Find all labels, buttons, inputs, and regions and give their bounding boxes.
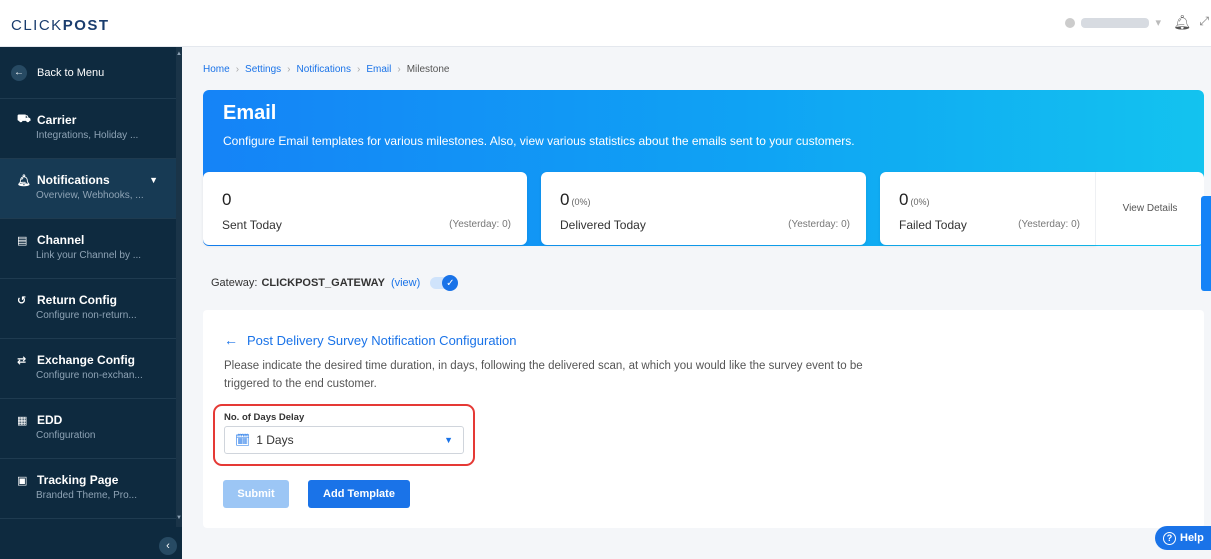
sidebar-item-tracking-page[interactable]: ▣ Tracking Page Branded Theme, Pro... <box>0 459 176 519</box>
survey-config-panel: ← Post Delivery Survey Notification Conf… <box>203 310 1204 528</box>
gateway-label: Gateway: <box>211 277 258 289</box>
gateway-toggle[interactable]: ✓ <box>430 275 459 291</box>
breadcrumb-notifications[interactable]: Notifications <box>297 64 351 75</box>
stat-value: 0 <box>560 190 570 209</box>
config-description: Please indicate the desired time duratio… <box>224 360 863 390</box>
chevron-right-icon: › <box>235 64 240 75</box>
days-delay-select[interactable]: 🗓︎ 1 Days ▼ <box>224 426 464 454</box>
arrow-left-icon[interactable]: ← <box>224 332 238 348</box>
sidebar-scrollbar[interactable]: ▲ ▼ <box>176 47 182 527</box>
sidebar-item-exchange-config[interactable]: ⇄ Exchange Config Configure non-exchan... <box>0 339 176 399</box>
breadcrumb-settings[interactable]: Settings <box>245 64 281 75</box>
check-icon: ✓ <box>442 275 459 291</box>
stat-label: Failed Today <box>899 218 967 232</box>
submit-button[interactable]: Submit <box>223 480 289 508</box>
chevron-down-icon: ▾ <box>1155 17 1161 29</box>
stat-card-failed: 0 (0%) Failed Today (Yesterday: 0) <box>880 172 1096 245</box>
stat-percent: (0%) <box>910 197 930 207</box>
days-delay-value: 1 Days <box>256 433 294 447</box>
stat-card-sent: 0 Sent Today (Yesterday: 0) <box>203 172 527 245</box>
tracking-page-icon: ▣ <box>17 474 28 487</box>
expand-icon[interactable]: ⤢ <box>1199 14 1209 29</box>
stat-label: Sent Today <box>222 218 282 232</box>
stat-yesterday: (Yesterday: 0) <box>788 219 850 230</box>
breadcrumb-current: Milestone <box>406 64 450 75</box>
back-to-menu-button[interactable]: ← Back to Menu <box>0 47 176 99</box>
chevron-left-icon: ‹ <box>166 540 170 552</box>
stat-card-delivered: 0 (0%) Delivered Today (Yesterday: 0) <box>541 172 866 245</box>
side-feedback-tab[interactable] <box>1201 196 1211 291</box>
gateway-name: CLICKPOST_GATEWAY <box>261 277 385 289</box>
chevron-right-icon: › <box>287 64 291 75</box>
sidebar-item-notifications[interactable]: 🔔︎ Notifications Overview, Webhooks, ... … <box>0 159 176 219</box>
bell-icon[interactable]: 🔔︎ <box>1173 14 1191 31</box>
gateway-row: Gateway: CLICKPOST_GATEWAY (view) ✓ <box>211 275 459 291</box>
caret-down-icon: ▼ <box>444 435 453 445</box>
breadcrumb-home[interactable]: Home <box>203 64 230 75</box>
arrow-left-icon: ← <box>11 64 27 81</box>
config-title[interactable]: ← Post Delivery Survey Notification Conf… <box>224 332 517 348</box>
page-title: Email <box>223 102 277 124</box>
stat-value: 0 <box>899 190 909 209</box>
chevron-right-icon: › <box>397 64 401 75</box>
top-bar: CLICKPOST ▾ 🔔︎ ⤢ <box>0 0 1211 47</box>
calendar-icon: ▦ <box>17 414 28 427</box>
calendar-icon: 🗓︎ <box>235 433 251 447</box>
breadcrumb-email[interactable]: Email <box>366 64 391 75</box>
chevron-down-icon[interactable]: ▼ <box>149 175 158 185</box>
collapse-sidebar-button[interactable]: ‹ <box>159 537 177 555</box>
gateway-view-link[interactable]: (view) <box>391 277 420 289</box>
help-button[interactable]: ? Help <box>1155 526 1211 550</box>
sidebar-item-carrier[interactable]: ⛟ Carrier Integrations, Holiday ... <box>0 99 176 159</box>
days-delay-label: No. of Days Delay <box>224 412 305 423</box>
stat-percent: (0%) <box>571 197 591 207</box>
exchange-icon: ⇄ <box>17 354 27 367</box>
stat-label: Delivered Today <box>560 218 646 232</box>
sidebar: ← Back to Menu ⛟ Carrier Integrations, Ho… <box>0 47 182 559</box>
stat-yesterday: (Yesterday: 0) <box>449 219 511 230</box>
page-description: Configure Email templates for various mi… <box>223 134 855 148</box>
scroll-up-icon[interactable]: ▲ <box>176 51 182 57</box>
sidebar-item-channel[interactable]: ▤ Channel Link your Channel by ... <box>0 219 176 279</box>
stat-yesterday: (Yesterday: 0) <box>1018 219 1080 230</box>
question-icon: ? <box>1163 531 1176 545</box>
return-icon: ↺ <box>17 294 27 307</box>
user-menu[interactable]: ▾ <box>1065 16 1161 29</box>
add-template-button[interactable]: Add Template <box>308 480 410 508</box>
channel-icon: ▤ <box>17 234 28 247</box>
chevron-right-icon: › <box>356 64 361 75</box>
user-avatar <box>1065 17 1076 28</box>
scroll-down-icon[interactable]: ▼ <box>176 515 182 521</box>
view-details-link[interactable]: View Details <box>1095 172 1204 245</box>
breadcrumb: Home › Settings › Notifications › Email … <box>203 64 450 75</box>
bell-icon: 🔔︎ <box>17 174 31 187</box>
clickpost-logo[interactable]: CLICKPOST <box>11 17 110 34</box>
user-name-redacted <box>1081 17 1150 28</box>
carrier-icon: ⛟ <box>17 113 31 125</box>
stat-value: 0 <box>222 190 232 209</box>
sidebar-item-return-config[interactable]: ↺ Return Config Configure non-return... <box>0 279 176 339</box>
sidebar-item-edd[interactable]: ▦ EDD Configuration <box>0 399 176 459</box>
